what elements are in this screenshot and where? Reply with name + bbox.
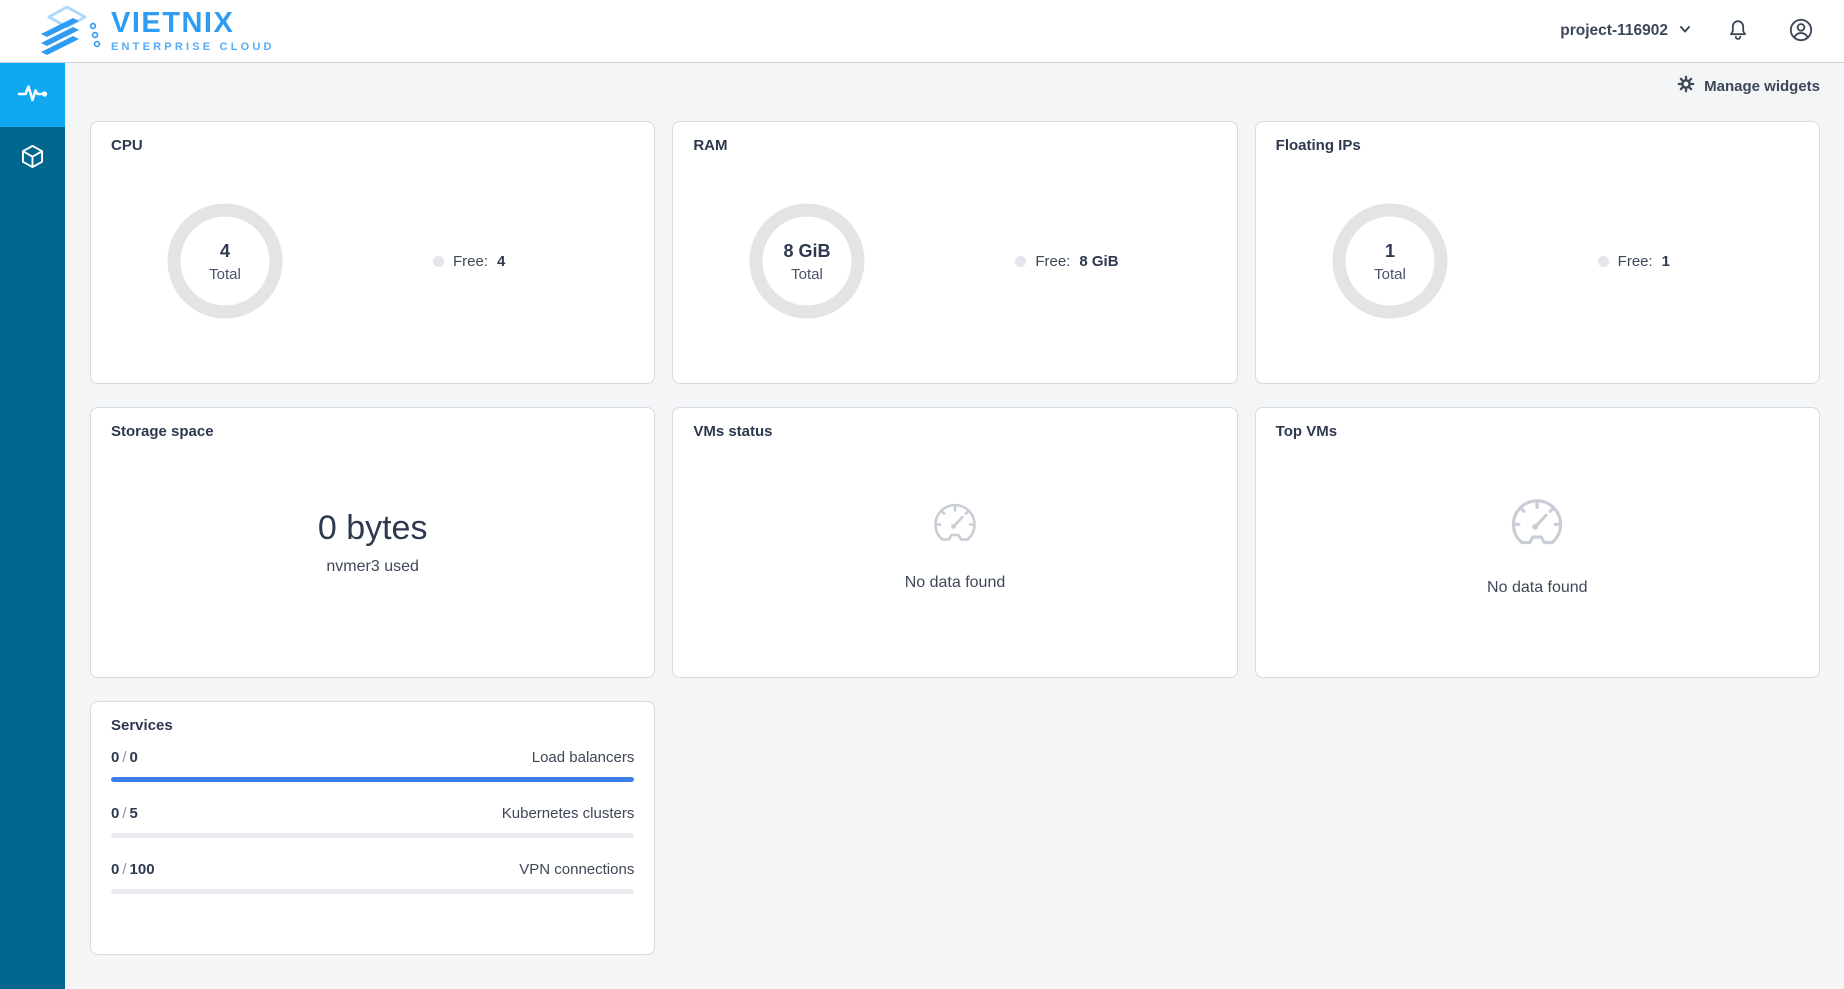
widget-title: Floating IPs (1276, 137, 1799, 154)
storage-body: 0 bytes nvmer3 used (111, 422, 634, 662)
widget-cpu: CPU 4 Total Free: 4 (90, 121, 655, 384)
top-vms-empty-state: No data found (1276, 430, 1799, 662)
manage-widgets-label: Manage widgets (1704, 78, 1820, 95)
widget-title: CPU (111, 137, 634, 154)
widget-storage-space: Storage space 0 bytes nvmer3 used (90, 407, 655, 678)
vms-status-empty-text: No data found (905, 574, 1006, 592)
vms-status-empty-state: No data found (693, 430, 1216, 662)
legend-dot-icon (1015, 256, 1026, 267)
storage-caption: nvmer3 used (326, 558, 419, 576)
floating-ips-legend: Free: 1 (1598, 253, 1670, 270)
service-progress-fill (111, 777, 634, 782)
cpu-free-value: 4 (497, 253, 505, 270)
ram-total-value: 8 GiB (784, 241, 831, 261)
service-row-load-balancers: 0/0 Load balancers (111, 749, 634, 782)
ram-free-label: Free: (1035, 253, 1070, 270)
account-icon (1788, 17, 1814, 46)
cpu-total-label: Total (209, 266, 241, 283)
cpu-donut-chart: 4 Total (167, 203, 283, 319)
widget-title: Services (111, 717, 634, 734)
notifications-button[interactable] (1722, 14, 1754, 49)
widgets-grid: CPU 4 Total Free: 4 RAM 8 GiB (90, 121, 1820, 955)
widget-ram: RAM 8 GiB Total Free: 8 GiB (672, 121, 1237, 384)
widget-floating-ips: Floating IPs 1 Total Free: 1 (1255, 121, 1820, 384)
floating-ips-total-value: 1 (1385, 241, 1395, 261)
manage-widgets-button[interactable]: Manage widgets (1677, 75, 1820, 97)
ram-free-value: 8 GiB (1079, 253, 1118, 270)
cpu-stat-body: 4 Total Free: 4 (111, 154, 634, 368)
ram-donut-chart: 8 GiB Total (749, 203, 865, 319)
service-total: 100 (130, 861, 155, 878)
bell-icon (1726, 18, 1750, 45)
service-label: Kubernetes clusters (502, 805, 635, 822)
sidebar-item-dashboard[interactable] (0, 63, 65, 127)
ram-legend: Free: 8 GiB (1015, 253, 1118, 270)
gauge-icon (931, 501, 979, 554)
service-progress-bar (111, 833, 634, 838)
project-selector[interactable]: project-116902 (1560, 22, 1692, 41)
top-bar-actions: project-116902 (1560, 13, 1818, 50)
service-row-vpn-connections: 0/100 VPN connections (111, 861, 634, 894)
service-progress-bar (111, 777, 634, 782)
service-total: 0 (130, 749, 138, 766)
widget-services: Services 0/0 Load balancers (90, 701, 655, 955)
service-usage: 0/5 (111, 805, 138, 822)
service-row-kubernetes-clusters: 0/5 Kubernetes clusters (111, 805, 634, 838)
gauge-icon (1508, 496, 1566, 559)
sidebar (0, 63, 65, 989)
brand-tagline: ENTERPRISE CLOUD (111, 41, 275, 53)
service-separator: / (119, 805, 129, 822)
brand-logo: VIETNIX ENTERPRISE CLOUD (31, 1, 275, 62)
service-separator: / (119, 861, 129, 878)
ram-total-label: Total (791, 266, 823, 283)
service-label: VPN connections (519, 861, 634, 878)
widget-vms-status: VMs status No data found (672, 407, 1237, 678)
cpu-free-label: Free: (453, 253, 488, 270)
floating-ips-donut-chart: 1 Total (1332, 203, 1448, 319)
floating-ips-stat-body: 1 Total Free: 1 (1276, 154, 1799, 368)
top-bar: VIETNIX ENTERPRISE CLOUD project-116902 (0, 0, 1844, 63)
widget-top-vms: Top VMs No data found (1255, 407, 1820, 678)
brand-name: VIETNIX (111, 9, 275, 38)
services-rows: 0/0 Load balancers 0/5 Kubernetes cluste… (111, 749, 634, 917)
dashboard-toolbar: Manage widgets (90, 75, 1820, 97)
cube-icon (19, 143, 46, 175)
service-total: 5 (130, 805, 138, 822)
gear-icon (1677, 75, 1695, 97)
project-selector-label: project-116902 (1560, 22, 1668, 40)
account-button[interactable] (1784, 13, 1818, 50)
floating-ips-free-label: Free: (1618, 253, 1653, 270)
cpu-total-value: 4 (220, 241, 230, 261)
service-separator: / (119, 749, 129, 766)
floating-ips-free-value: 1 (1662, 253, 1670, 270)
cpu-legend: Free: 4 (433, 253, 505, 270)
ram-stat-body: 8 GiB Total Free: 8 GiB (693, 154, 1216, 368)
brand-stack-icon (31, 1, 105, 62)
brand-logo-text: VIETNIX ENTERPRISE CLOUD (111, 9, 275, 53)
activity-pulse-icon (17, 81, 49, 110)
widget-title: RAM (693, 137, 1216, 154)
storage-value: 0 bytes (318, 509, 428, 548)
floating-ips-total-label: Total (1374, 266, 1406, 283)
service-usage: 0/100 (111, 861, 155, 878)
top-vms-empty-text: No data found (1487, 579, 1588, 597)
legend-dot-icon (433, 256, 444, 267)
service-progress-bar (111, 889, 634, 894)
chevron-down-icon (1678, 22, 1692, 41)
dashboard-content: Manage widgets CPU 4 Total Free: 4 RA (65, 63, 1844, 979)
legend-dot-icon (1598, 256, 1609, 267)
sidebar-item-compute[interactable] (0, 127, 65, 191)
service-label: Load balancers (532, 749, 635, 766)
service-usage: 0/0 (111, 749, 138, 766)
